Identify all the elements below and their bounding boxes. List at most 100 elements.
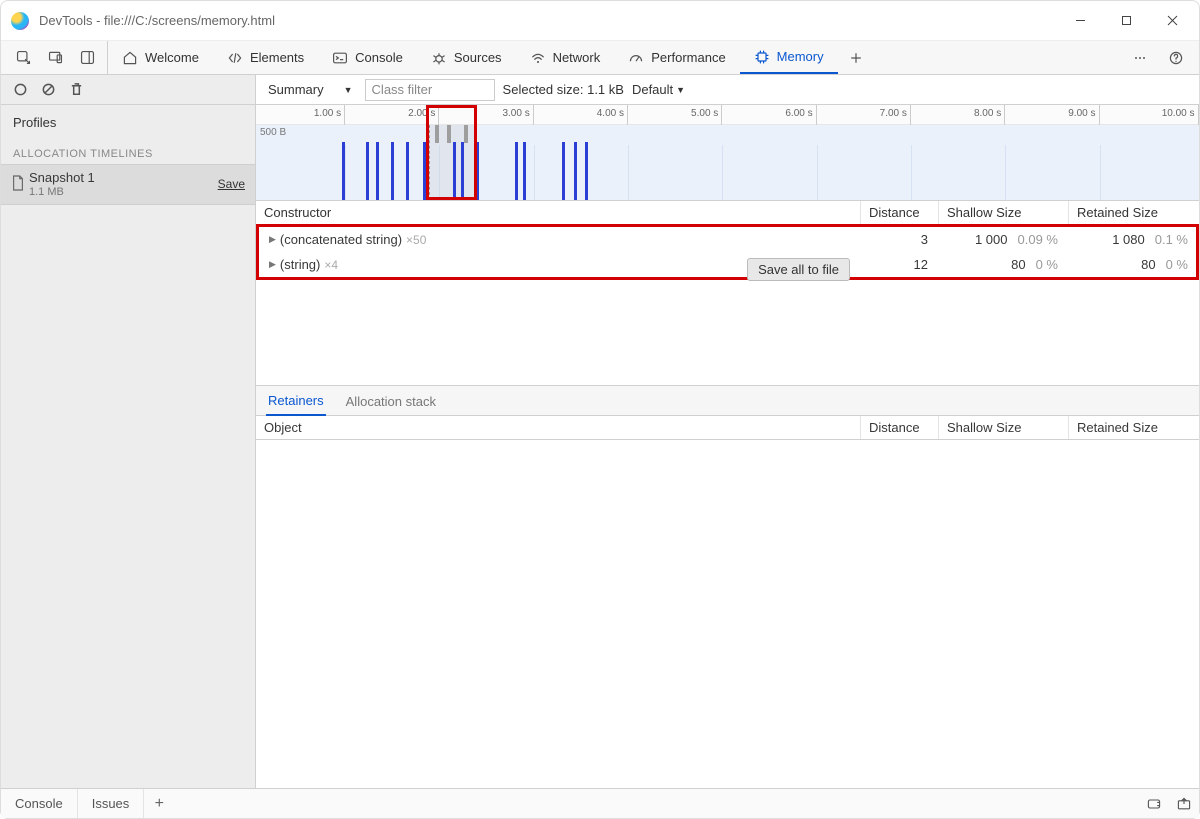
clear-icon[interactable] [35,77,61,103]
inspect-icon[interactable] [7,41,39,75]
window-title: DevTools - file:///C:/screens/memory.htm… [39,13,275,28]
code-icon [227,50,243,66]
col-distance[interactable]: Distance [861,201,939,224]
tab-network[interactable]: Network [516,41,615,74]
minimize-button[interactable] [1057,5,1103,37]
col-distance[interactable]: Distance [861,416,939,439]
tab-allocation-stack[interactable]: Allocation stack [344,388,438,415]
delete-icon[interactable] [63,77,89,103]
shallow-cell: 800 % [936,257,1066,272]
triangle-down-icon: ▼ [344,85,353,95]
tab-retainers[interactable]: Retainers [266,387,326,416]
tab-elements-label: Elements [250,50,304,65]
chip-icon [754,49,770,65]
dock-side-icon[interactable] [71,41,103,75]
tick-label: 10.00 s [1162,108,1195,119]
tab-elements[interactable]: Elements [213,41,318,74]
y-axis-label: 500 B [260,127,286,138]
allocation-filter-label: Default [632,82,673,97]
titlebar: DevTools - file:///C:/screens/memory.htm… [1,1,1199,41]
summary-toolbar: Summary ▼ Class filter Selected size: 1.… [256,75,1199,105]
highlighted-rows: ▶ (concatenated string) ×50 3 1 0000.09 … [256,224,1199,280]
col-retained[interactable]: Retained Size [1069,416,1199,439]
view-mode-dropdown[interactable]: Summary ▼ [264,82,357,97]
expand-icon[interactable]: ▶ [269,234,276,245]
heap-file-icon [11,175,29,194]
retainers-body [256,440,1199,788]
maximize-button[interactable] [1103,5,1149,37]
devtools-tabbar: Welcome Elements Console Sources Network… [1,41,1199,75]
distance-cell: 12 [858,257,936,272]
tab-memory[interactable]: Memory [740,41,838,74]
allocation-timelines-label: ALLOCATION TIMELINES [1,136,255,164]
sidebar-toolbar [1,75,255,105]
tick-label: 2.00 s [408,108,435,119]
snapshot-name: Snapshot 1 [29,170,218,186]
new-tab-button[interactable] [838,41,874,74]
tab-console-label: Console [355,50,403,65]
tab-sources-label: Sources [454,50,502,65]
home-icon [122,50,138,66]
instance-count: ×50 [406,233,426,247]
app-icon [11,12,29,30]
drawer-add-tab[interactable]: + [144,789,174,818]
help-icon[interactable] [1161,41,1191,75]
tick-label: 1.00 s [314,108,341,119]
plus-icon [848,50,864,66]
instance-count: ×4 [324,258,338,272]
constructors-table: Constructor Distance Shallow Size Retain… [256,201,1199,386]
snapshot-size: 1.1 MB [29,186,218,199]
expand-icon[interactable]: ▶ [269,259,276,270]
col-object[interactable]: Object [256,416,861,439]
record-icon[interactable] [7,77,33,103]
tab-network-label: Network [553,50,601,65]
col-constructor[interactable]: Constructor [256,201,861,224]
tab-performance[interactable]: Performance [614,41,739,74]
class-filter-input[interactable]: Class filter [365,79,495,101]
drawer-settings-icon[interactable] [1139,789,1169,818]
shallow-cell: 1 0000.09 % [936,232,1066,247]
tick-label: 5.00 s [691,108,718,119]
drawer-tab-console[interactable]: Console [1,789,78,818]
col-shallow[interactable]: Shallow Size [939,416,1069,439]
tab-welcome-label: Welcome [145,50,199,65]
tick-label: 8.00 s [974,108,1001,119]
gauge-icon [628,50,644,66]
col-retained[interactable]: Retained Size [1069,201,1199,224]
allocation-filter-dropdown[interactable]: Default ▼ [632,82,685,97]
tick-label: 6.00 s [785,108,812,119]
table-row[interactable]: ▶ (string) ×4 Save all to file 12 800 % … [259,252,1196,277]
device-toggle-icon[interactable] [39,41,71,75]
profiles-sidebar: Profiles ALLOCATION TIMELINES Snapshot 1… [1,75,256,788]
retainers-tabbar: Retainers Allocation stack [256,386,1199,416]
retained-cell: 800 % [1066,257,1196,272]
tab-welcome[interactable]: Welcome [108,41,213,74]
table-header[interactable]: Constructor Distance Shallow Size Retain… [256,201,1199,225]
snapshot-item[interactable]: Snapshot 1 1.1 MB Save [1,164,255,205]
tick-label: 7.00 s [880,108,907,119]
distance-cell: 3 [858,232,936,247]
tab-sources[interactable]: Sources [417,41,516,74]
bug-icon [431,50,447,66]
allocation-timeline[interactable]: 1.00 s 2.00 s 3.00 s 4.00 s 5.00 s 6.00 … [256,105,1199,201]
col-shallow[interactable]: Shallow Size [939,201,1069,224]
drawer-tabbar: Console Issues + [1,788,1199,818]
constructor-name: (string) [280,257,320,272]
retained-cell: 1 0800.1 % [1066,232,1196,247]
selected-size-label: Selected size: 1.1 kB [503,82,624,97]
retainers-header[interactable]: Object Distance Shallow Size Retained Si… [256,416,1199,440]
memory-panel: Summary ▼ Class filter Selected size: 1.… [256,75,1199,788]
tab-console[interactable]: Console [318,41,417,74]
drawer-tab-issues[interactable]: Issues [78,789,145,818]
snapshot-save-link[interactable]: Save [218,177,245,191]
close-button[interactable] [1149,5,1195,37]
tick-label: 4.00 s [597,108,624,119]
save-all-to-file-button[interactable]: Save all to file [747,258,850,281]
timeline-ruler: 1.00 s 2.00 s 3.00 s 4.00 s 5.00 s 6.00 … [256,105,1199,125]
profiles-heading: Profiles [1,105,255,136]
table-row[interactable]: ▶ (concatenated string) ×50 3 1 0000.09 … [259,227,1196,252]
view-mode-label: Summary [268,82,324,97]
more-icon[interactable] [1125,41,1155,75]
wifi-icon [530,50,546,66]
drawer-collapse-icon[interactable] [1169,789,1199,818]
